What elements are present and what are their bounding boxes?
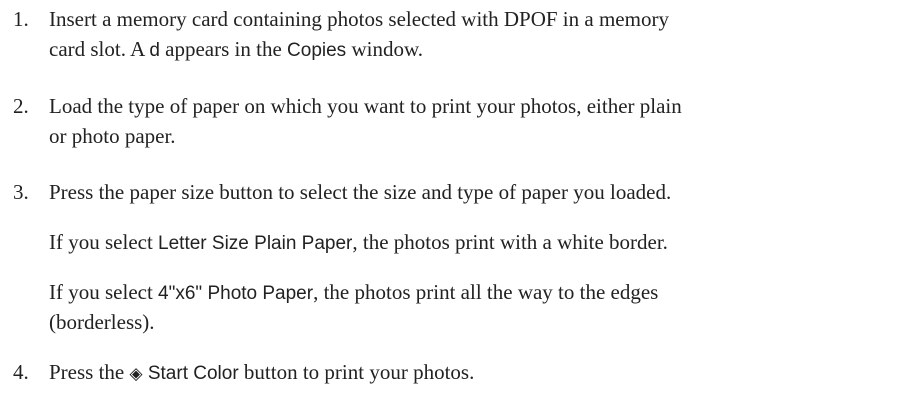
start-color-label-text: Start Color xyxy=(147,363,239,384)
step-text: , the photos print with a white border. xyxy=(352,230,668,254)
step-text: Press the xyxy=(49,360,130,384)
step-text-line: card slot. A d appears in the Copies win… xyxy=(49,34,423,66)
step-text: If you select xyxy=(49,230,159,254)
step-text: or photo paper. xyxy=(49,124,176,148)
step-text: (borderless). xyxy=(49,310,155,334)
step-number: 3. xyxy=(13,180,29,204)
step-text-line: Press the paper size button to select th… xyxy=(49,177,671,207)
step-text: window. xyxy=(346,37,423,61)
photo-paper-4x6-label: 4"x6" Photo Paper xyxy=(158,283,314,304)
step-text: Load the type of paper on which you want… xyxy=(49,94,682,118)
step-text-line: Load the type of paper on which you want… xyxy=(49,91,682,121)
step-text: If you select xyxy=(49,280,159,304)
step-text-line: Insert a memory card containing photos s… xyxy=(49,4,669,34)
letter-size-plain-paper-label: Letter Size Plain Paper xyxy=(158,233,353,254)
step-text: Press the paper size button to select th… xyxy=(49,180,672,204)
step-number: 2. xyxy=(13,94,29,118)
copies-window-label: Copies xyxy=(287,40,347,61)
step-text-line: Press the ◈ Start Color button to print … xyxy=(49,357,474,389)
step-text: card slot. A xyxy=(49,37,150,61)
step-text-line: (borderless). xyxy=(49,307,155,337)
step-text: button to print your photos. xyxy=(238,360,475,384)
step-text: appears in the xyxy=(159,37,288,61)
step-text-line: If you select Letter Size Plain Paper, t… xyxy=(49,227,668,259)
step-text: Insert a memory card containing photos s… xyxy=(49,7,669,31)
step-text-line: or photo paper. xyxy=(49,121,176,151)
start-diamond-icon: ◈ xyxy=(129,364,143,384)
step-number: 4. xyxy=(13,360,29,384)
start-color-button-label: Start Color xyxy=(143,363,239,384)
step-text-line: If you select 4"x6" Photo Paper, the pho… xyxy=(49,277,658,309)
step-number: 1. xyxy=(13,7,29,31)
step-text: , the photos print all the way to the ed… xyxy=(313,280,659,304)
instruction-list: 1. Insert a memory card containing photo… xyxy=(0,0,919,393)
copies-indicator-glyph: d xyxy=(149,40,160,61)
